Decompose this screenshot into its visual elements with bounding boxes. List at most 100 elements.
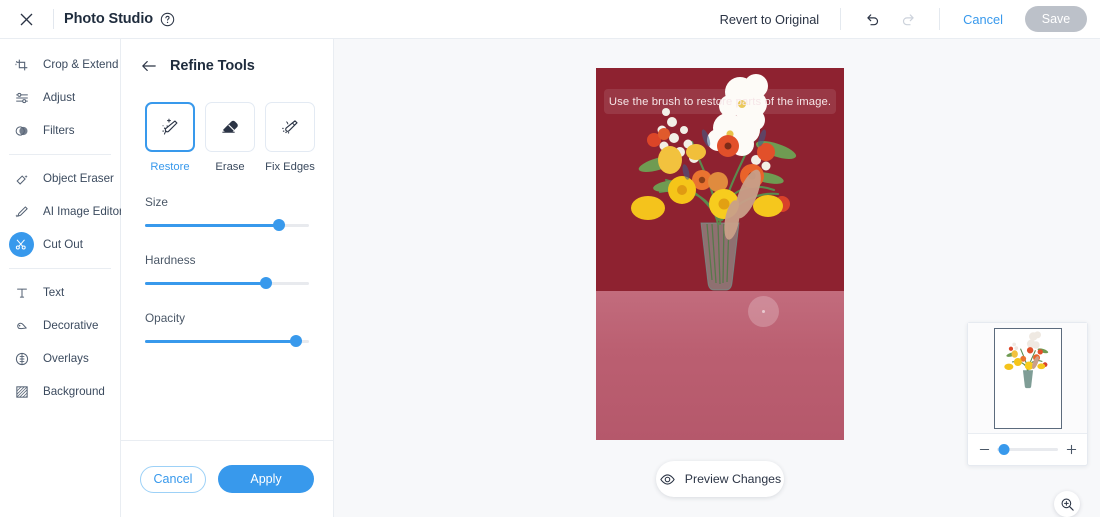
filters-icon [9,118,34,143]
object-eraser-icon [9,166,34,191]
slider-thumb[interactable] [289,335,302,347]
sidebar-divider-1 [9,154,111,155]
undo-button[interactable] [858,5,886,33]
preview-changes-label: Preview Changes [684,472,782,486]
bouquet-illustration [631,74,797,291]
sidebar-item-adjust[interactable]: Adjust [0,81,120,114]
eye-icon [660,473,675,485]
photo-preview[interactable]: Use the brush to restore parts of the im… [596,68,844,440]
sidebar-item-label: Cut Out [43,238,83,251]
brush-tool-group: Restore Erase Fix Edges [121,93,333,173]
slider-fill [145,224,280,227]
top-bar-actions: Revert to Original Cancel Save [712,5,1100,33]
left-sidebar: Crop & Extend Adjust Filters Object Eras… [0,39,123,517]
canvas-hint-banner: Use the brush to restore parts of the im… [604,89,836,114]
sliders-icon [9,85,34,110]
save-button[interactable]: Save [1025,6,1087,32]
hardness-label: Hardness [145,253,196,267]
tool-fix-edges[interactable]: Fix Edges [265,102,315,173]
size-slider-group: Size [121,173,333,231]
slider-thumb[interactable] [273,219,286,231]
sidebar-item-overlays[interactable]: Overlays [0,342,120,375]
zoom-control [968,434,1087,465]
slider-fill [145,282,267,285]
overlays-icon [9,346,34,371]
sidebar-item-label: Filters [43,124,75,137]
sidebar-item-text[interactable]: Text [0,276,120,309]
cut-out-icon [9,232,34,257]
sidebar-item-object-eraser[interactable]: Object Eraser [0,162,120,195]
tool-label: Restore [150,161,190,173]
sidebar-item-label: Overlays [43,352,89,365]
tool-restore[interactable]: Restore [145,102,195,173]
sidebar-item-label: Adjust [43,91,76,104]
sidebar-item-decorative[interactable]: Decorative [0,309,120,342]
slider-thumb[interactable] [260,277,273,289]
editor-canvas[interactable]: Use the brush to restore parts of the im… [334,39,1100,517]
zoom-fit-icon [1061,498,1074,511]
revert-to-original-button[interactable]: Revert to Original [712,6,828,33]
decorative-icon [9,313,34,338]
back-button[interactable] [141,59,157,73]
minus-icon [979,448,989,451]
minimap-panel [967,322,1088,466]
tool-label: Fix Edges [265,161,315,173]
zoom-fit-button[interactable] [1054,491,1080,517]
close-button[interactable] [9,2,43,36]
sidebar-item-label: Text [43,286,65,299]
sidebar-item-label: AI Image Editor [43,205,123,218]
minimap-thumbnail [995,329,1061,428]
panel-footer: Cancel Apply [121,441,333,517]
sidebar-item-ai-image-editor[interactable]: AI Image Editor [0,195,123,228]
size-slider[interactable] [145,219,309,231]
sidebar-item-cut-out[interactable]: Cut Out [0,228,120,261]
panel-apply-button[interactable]: Apply [218,465,314,493]
crop-icon [9,52,34,77]
plus-icon [1066,444,1076,455]
sidebar-item-background[interactable]: Background [0,375,120,408]
sidebar-item-label: Crop & Extend [43,58,119,71]
opacity-slider[interactable] [145,335,309,347]
hardness-slider-group: Hardness [121,231,333,289]
actions-divider-1 [840,8,842,30]
page-title: Photo Studio [64,11,154,27]
ai-brush-icon [9,199,34,224]
help-button[interactable] [160,12,175,27]
undo-icon [866,13,878,25]
close-icon [20,13,32,25]
sidebar-item-crop-extend[interactable]: Crop & Extend [0,48,120,81]
zoom-slider-thumb[interactable] [998,444,1010,455]
sidebar-item-filters[interactable]: Filters [0,114,120,147]
restore-brush-icon [145,102,195,152]
cancel-button[interactable]: Cancel [953,6,1013,33]
refine-tools-panel: Refine Tools Restore Erase Fix Edges Siz… [121,39,334,517]
zoom-in-button[interactable] [1065,444,1077,455]
sidebar-item-label: Decorative [43,319,99,332]
redo-button[interactable] [894,5,922,33]
background-icon [9,379,34,404]
minimap-stage[interactable] [968,323,1087,434]
minimap-viewport-rect[interactable] [994,328,1062,429]
tool-erase[interactable]: Erase [205,102,255,173]
sidebar-item-label: Background [43,385,105,398]
brush-cursor [748,296,779,327]
zoom-slider[interactable] [997,444,1058,455]
sidebar-divider-2 [9,268,111,269]
opacity-label: Opacity [145,311,185,325]
eraser-icon [205,102,255,152]
opacity-slider-group: Opacity [121,289,333,347]
top-bar: Photo Studio Revert to Original Cancel S… [0,0,1100,39]
zoom-out-button[interactable] [978,444,990,455]
slider-fill [145,340,296,343]
panel-title: Refine Tools [170,58,255,74]
header-divider [53,9,54,29]
redo-icon [902,13,914,25]
panel-header: Refine Tools [121,39,333,93]
preview-changes-button[interactable]: Preview Changes [656,461,784,497]
panel-body: Restore Erase Fix Edges Size Hardness Op… [121,93,333,441]
help-circle-icon [160,12,175,26]
sidebar-item-label: Object Eraser [43,172,114,185]
hardness-slider[interactable] [145,277,309,289]
actions-divider-2 [939,8,941,30]
panel-cancel-button[interactable]: Cancel [140,465,206,493]
